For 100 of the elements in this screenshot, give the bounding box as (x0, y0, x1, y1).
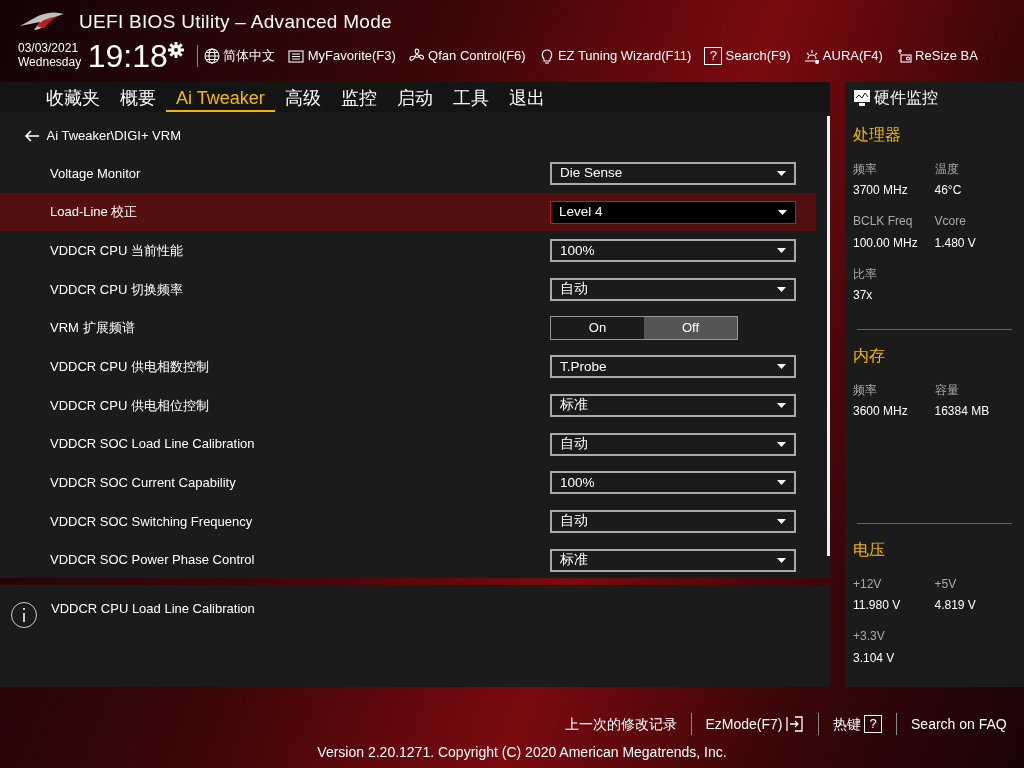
footer-link[interactable]: Search on FAQ (897, 713, 1021, 735)
menu-tab[interactable]: 收藏夹 (36, 84, 110, 112)
setting-label: VDDCR CPU 供电相数控制 (50, 358, 209, 377)
caret-icon (777, 364, 786, 370)
caret-icon (777, 286, 786, 292)
toolbar-item[interactable]: EZ Tuning Wizard(F11) (538, 46, 692, 66)
clock-time: 19:18 (87, 39, 168, 72)
setting-row[interactable]: VDDCR SOC Current Capability 100% (0, 463, 816, 503)
setting-row[interactable]: VDDCR CPU 供电相位控制 标准 (0, 386, 816, 425)
stat-value: 3600 MHz (853, 403, 909, 420)
selected-row-highlight[interactable]: Load-Line 校正 Level 4 (0, 192, 816, 232)
stat-label: 频率 (853, 161, 878, 178)
toolbar-item[interactable]: AURA(F4) (803, 46, 883, 66)
toggle-option[interactable]: Off (644, 317, 737, 340)
setting-row[interactable]: VDDCR SOC Power Phase Control 标准 (0, 540, 816, 578)
setting-label: VRM 扩展频谱 (50, 319, 135, 338)
menu-tab[interactable]: 概要 (110, 84, 166, 112)
footer-link[interactable]: 热键 ? (818, 713, 897, 735)
scrollbar[interactable] (827, 116, 830, 556)
dropdown[interactable]: 标准 (550, 393, 796, 417)
dropdown-value: 100% (560, 241, 595, 260)
dropdown-value: T.Probe (560, 357, 607, 376)
setting-row[interactable]: VDDCR CPU 当前性能 100% (0, 231, 816, 271)
settings-icon[interactable] (167, 41, 184, 58)
toolbar-label: 简体中文 (223, 47, 276, 65)
breadcrumb: Ai Tweaker\DIGI+ VRM (46, 127, 181, 146)
dropdown[interactable]: Die Sense (550, 161, 796, 185)
toolbar-label: Search(F9) (725, 47, 791, 65)
stat-label: +12V (853, 576, 883, 593)
setting-label: VDDCR CPU 切换频率 (50, 280, 183, 299)
panel-title: 硬件监控 (874, 88, 939, 108)
dropdown-value: 100% (560, 473, 595, 492)
setting-label: VDDCR SOC Load Line Calibration (50, 435, 255, 454)
dropdown-value: Die Sense (560, 164, 623, 183)
stat-label: 温度 (934, 161, 960, 178)
toolbar-label: MyFavorite(F3) (307, 47, 396, 65)
dropdown-value: 标准 (560, 551, 588, 570)
setting-row[interactable]: VDDCR CPU 供电相数控制 T.Probe (0, 347, 816, 387)
dropdown[interactable]: 自动 (550, 510, 796, 534)
toolbar-item[interactable]: ReSize BA (895, 46, 978, 66)
dropdown[interactable]: T.Probe (550, 355, 796, 379)
setting-label: VDDCR SOC Current Capability (50, 474, 236, 493)
menu-tab[interactable]: 启动 (386, 84, 443, 112)
caret-icon (777, 519, 786, 525)
version-text: Version 2.20.1271. Copyright (C) 2020 American Megatrends, Inc. (317, 743, 727, 760)
section-title: 内存 (853, 345, 886, 366)
caret-icon (777, 402, 786, 408)
setting-row[interactable]: VDDCR SOC Switching Frequency 自动 (0, 502, 816, 541)
dropdown[interactable]: 100% (550, 471, 796, 495)
setting-label: VDDCR SOC Power Phase Control (50, 551, 255, 570)
footer-link[interactable]: EzMode(F7) (691, 713, 818, 735)
info-icon (10, 601, 38, 629)
toggle-option[interactable]: On (551, 317, 644, 340)
caret-icon (777, 441, 786, 447)
setting-row[interactable]: VDDCR CPU 切换频率 自动 (0, 270, 816, 309)
toolbar-item[interactable]: Qfan Control(F6) (408, 46, 526, 66)
search-key-icon: ? (704, 46, 723, 65)
stat-value: 3700 MHz (853, 182, 909, 200)
stat-label: 频率 (853, 381, 878, 399)
setting-row[interactable]: VRM 扩展频谱 On Off (0, 308, 816, 348)
section-title: 电压 (853, 540, 886, 560)
setting-label: Load-Line 校正 (50, 203, 138, 222)
help-key-icon: ? (864, 715, 883, 733)
toolbar-item[interactable]: 简体中文 (204, 46, 276, 66)
dropdown[interactable]: Level 4 (550, 200, 796, 224)
exit-icon (785, 716, 804, 732)
help-text: VDDCR CPU Load Line Calibration (51, 600, 255, 618)
caret-icon (777, 557, 786, 563)
stat-value: 46°C (934, 182, 963, 200)
setting-label: VDDCR CPU 供电相位控制 (50, 396, 209, 415)
setting-row[interactable]: Voltage Monitor Die Sense (0, 154, 816, 193)
menu-tab[interactable]: 退出 (498, 84, 555, 112)
stat-value: 100.00 MHz (853, 234, 919, 252)
section-title: 处理器 (853, 125, 902, 145)
dropdown[interactable]: 自动 (550, 432, 796, 456)
list-icon (288, 47, 305, 64)
dropdown[interactable]: 自动 (550, 277, 796, 301)
footer-link[interactable]: 上一次的修改记录 (550, 713, 691, 735)
stat-value: 4.819 V (934, 597, 977, 615)
toolbar-item[interactable]: ? Search(F9) (704, 46, 791, 66)
toolbar-label: ReSize BA (915, 47, 978, 65)
setting-row[interactable]: VDDCR SOC Load Line Calibration 自动 (0, 424, 816, 464)
stat-label: Vcore (934, 213, 967, 231)
stat-label: BCLK Freq (853, 213, 914, 231)
dropdown-value: 标准 (560, 396, 588, 415)
globe-icon (204, 47, 221, 64)
dropdown[interactable]: 100% (550, 239, 796, 263)
light-icon (803, 47, 820, 64)
menu-tab[interactable]: 高级 (274, 84, 331, 112)
toolbar-item[interactable]: MyFavorite(F3) (288, 46, 396, 66)
back-arrow-icon[interactable] (24, 130, 40, 142)
menu-tab[interactable]: 工具 (442, 84, 499, 112)
caret-icon (777, 248, 786, 254)
stat-value: 1.480 V (934, 234, 977, 252)
date-text: 03/03/2021 (18, 41, 80, 56)
stat-value: 3.104 V (853, 649, 896, 667)
menu-tab[interactable]: 监控 (330, 84, 387, 112)
dropdown[interactable]: 标准 (550, 548, 796, 572)
toggle-switch[interactable]: On Off (550, 316, 738, 341)
card-icon (895, 47, 912, 64)
